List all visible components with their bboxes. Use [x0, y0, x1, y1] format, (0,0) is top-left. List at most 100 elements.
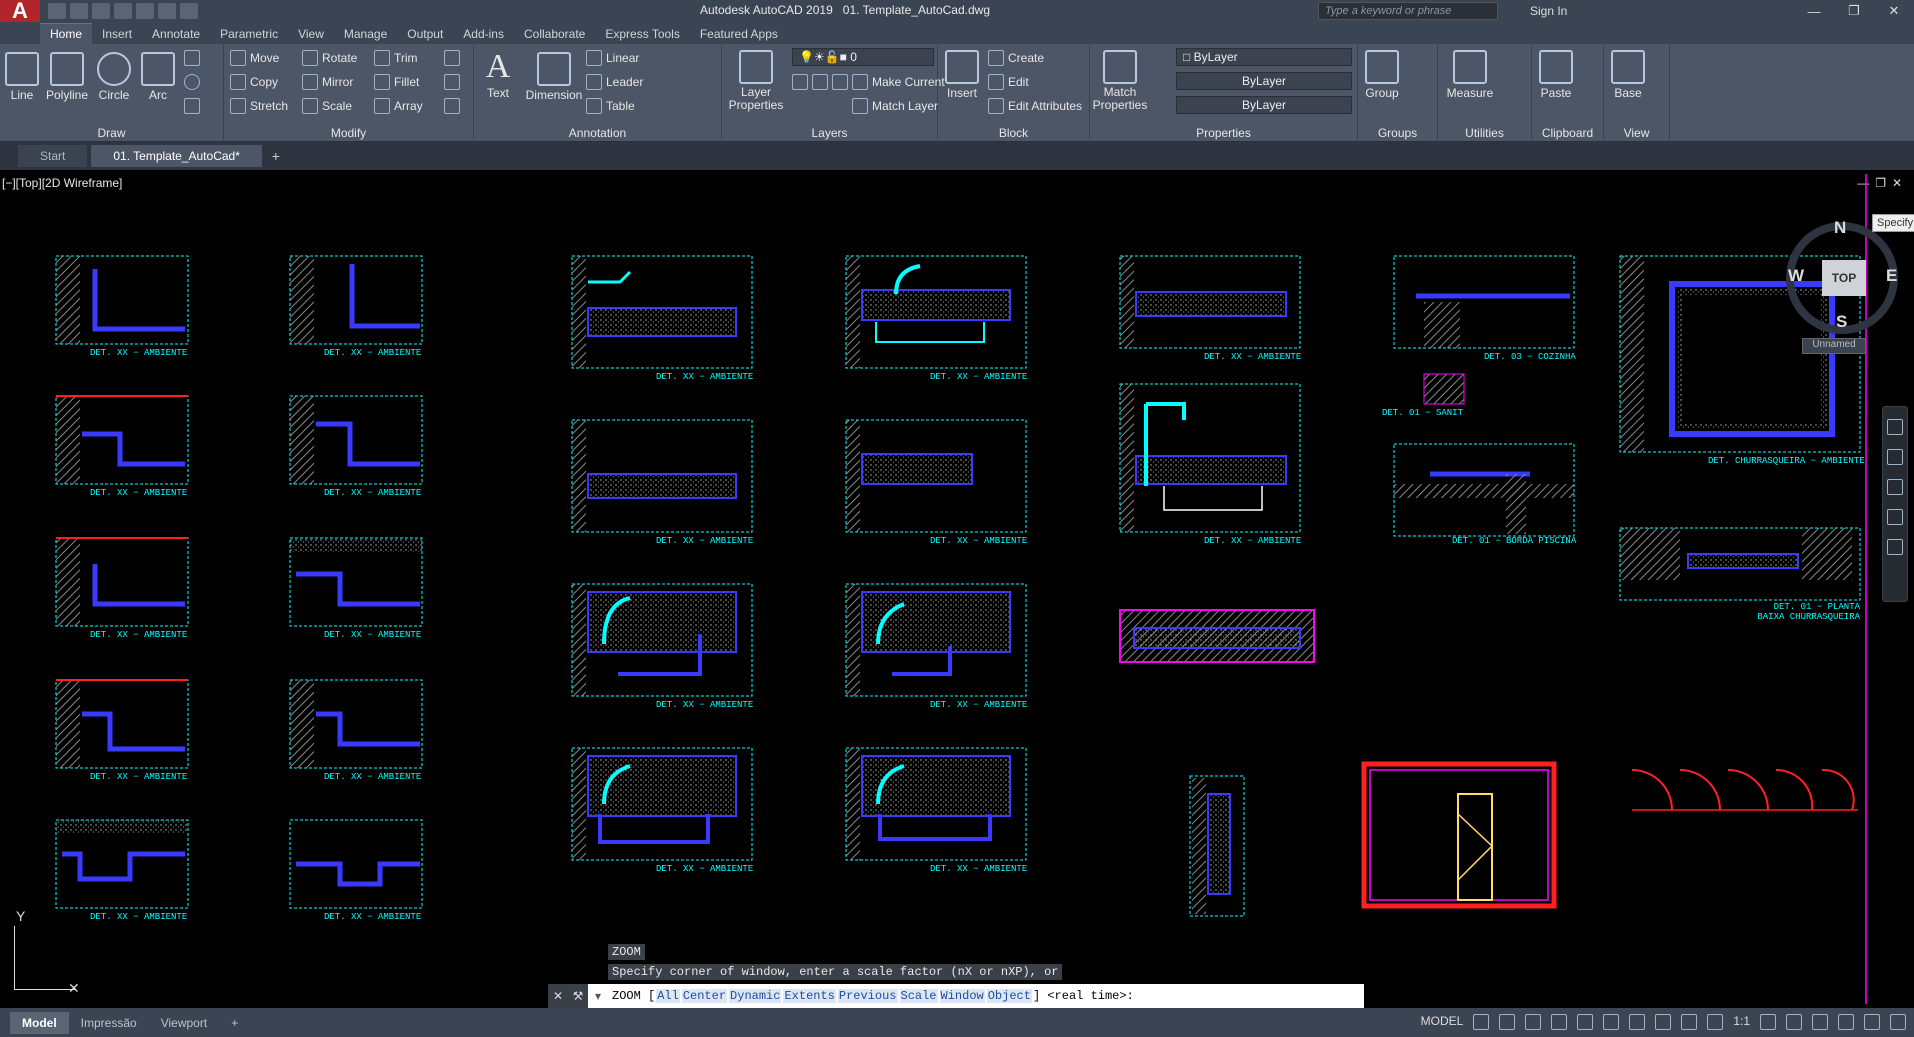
annotation-visibility-icon[interactable]: [1681, 1014, 1698, 1030]
zoom-option-window[interactable]: Window: [939, 989, 985, 1003]
layer-off-icon[interactable]: [792, 74, 808, 90]
viewcube-south[interactable]: S: [1836, 312, 1847, 332]
modify-panel-title[interactable]: Modify: [224, 126, 473, 140]
offset-button[interactable]: [444, 98, 460, 114]
groups-panel-title[interactable]: Groups: [1358, 126, 1437, 140]
autocad-logo-icon[interactable]: A: [0, 0, 40, 23]
zoom-option-extents[interactable]: Extents: [783, 989, 836, 1003]
auto-scale-icon[interactable]: [1707, 1014, 1724, 1030]
new-tab-icon[interactable]: +: [266, 148, 286, 164]
tab-collaborate[interactable]: Collaborate: [514, 24, 595, 44]
close-icon[interactable]: ✕: [1874, 0, 1914, 22]
annotation-scale[interactable]: 1:1: [1733, 1014, 1750, 1030]
selection-cycling-icon[interactable]: [1655, 1014, 1672, 1030]
layer-isolate-icon[interactable]: [812, 74, 828, 90]
undo-icon[interactable]: [158, 3, 176, 19]
dimension-button[interactable]: Dimension: [522, 52, 586, 102]
close-cmd-icon[interactable]: ✕: [548, 984, 568, 1008]
layout-tab-impressao[interactable]: Impressão: [69, 1012, 149, 1034]
utilities-panel-title[interactable]: Utilities: [1438, 126, 1531, 140]
add-layout-icon[interactable]: +: [219, 1012, 250, 1034]
group-button[interactable]: Group: [1362, 50, 1402, 100]
doc-tab-template[interactable]: 01. Template_AutoCad*: [91, 145, 262, 167]
annotation-panel-title[interactable]: Annotation: [474, 126, 721, 140]
trim-button[interactable]: Trim: [374, 50, 418, 66]
erase-button[interactable]: [444, 50, 460, 66]
layout-tab-model[interactable]: Model: [10, 1011, 69, 1034]
minimize-icon[interactable]: —: [1794, 0, 1834, 22]
properties-panel-title[interactable]: Properties: [1090, 126, 1357, 140]
open-file-icon[interactable]: [70, 3, 88, 19]
tab-featured-apps[interactable]: Featured Apps: [690, 24, 788, 44]
fillet-button[interactable]: Fillet: [374, 74, 419, 90]
viewcube-top-face[interactable]: TOP: [1822, 260, 1866, 296]
linear-button[interactable]: Linear: [586, 50, 639, 66]
customization-menu-icon[interactable]: [1890, 1014, 1906, 1030]
line-button[interactable]: Line: [4, 52, 40, 102]
match-properties-button[interactable]: Match Properties: [1092, 50, 1148, 112]
measure-button[interactable]: Measure: [1442, 50, 1498, 100]
tab-insert[interactable]: Insert: [92, 24, 142, 44]
tab-view[interactable]: View: [288, 24, 334, 44]
copy-button[interactable]: Copy: [230, 74, 278, 90]
tab-manage[interactable]: Manage: [334, 24, 397, 44]
restore-icon[interactable]: ❐: [1834, 0, 1874, 22]
showmotion-icon[interactable]: [1887, 539, 1903, 555]
edit-block-button[interactable]: Edit: [988, 74, 1029, 90]
stretch-button[interactable]: Stretch: [230, 98, 288, 114]
explode-button[interactable]: [444, 74, 460, 90]
object-snap-tracking-icon[interactable]: [1603, 1014, 1620, 1030]
clean-screen-icon[interactable]: [1864, 1014, 1880, 1030]
plot-icon[interactable]: [136, 3, 154, 19]
polar-icon[interactable]: [1551, 1014, 1568, 1030]
tab-add-ins[interactable]: Add-ins: [453, 24, 514, 44]
hatch-button[interactable]: [184, 98, 200, 114]
zoom-option-all[interactable]: All: [656, 989, 680, 1003]
mirror-button[interactable]: Mirror: [302, 74, 353, 90]
layer-freeze-icon[interactable]: [832, 74, 848, 90]
leader-button[interactable]: Leader: [586, 74, 643, 90]
model-space-button[interactable]: MODEL: [1421, 1014, 1464, 1030]
search-input[interactable]: Type a keyword or phrase: [1318, 2, 1498, 20]
match-layer-button[interactable]: Match Layer: [852, 98, 938, 114]
sign-in-button[interactable]: Sign In: [1530, 4, 1567, 18]
create-block-button[interactable]: Create: [988, 50, 1044, 66]
viewcube-east[interactable]: E: [1886, 266, 1897, 286]
scale-button[interactable]: Scale: [302, 98, 352, 114]
lineweight-dropdown[interactable]: ByLayer: [1176, 96, 1352, 114]
zoom-option-previous[interactable]: Previous: [837, 989, 898, 1003]
viewcube-west[interactable]: W: [1788, 266, 1804, 286]
object-snap-icon[interactable]: [1629, 1014, 1646, 1030]
block-panel-title[interactable]: Block: [938, 126, 1089, 140]
tab-home[interactable]: Home: [40, 23, 93, 44]
insert-button[interactable]: Insert: [942, 50, 982, 100]
text-button[interactable]: A Text: [480, 48, 516, 100]
layout-tab-viewport[interactable]: Viewport: [149, 1012, 219, 1034]
grid-icon[interactable]: [1473, 1014, 1490, 1030]
redo-icon[interactable]: [180, 3, 198, 19]
steering-wheel-icon[interactable]: [1887, 419, 1903, 435]
linetype-dropdown[interactable]: ByLayer: [1176, 72, 1352, 90]
view-panel-title[interactable]: View: [1604, 126, 1669, 140]
arc-button[interactable]: Arc: [140, 52, 176, 102]
paste-button[interactable]: Paste: [1536, 50, 1576, 100]
make-current-button[interactable]: Make Current: [852, 74, 945, 90]
color-dropdown[interactable]: □ ByLayer: [1176, 48, 1352, 66]
rotate-button[interactable]: Rotate: [302, 50, 357, 66]
snap-icon[interactable]: [1499, 1014, 1516, 1030]
edit-attributes-button[interactable]: Edit Attributes: [988, 98, 1082, 114]
pan-icon[interactable]: [1887, 449, 1903, 465]
tab-annotate[interactable]: Annotate: [142, 24, 210, 44]
zoom-option-center[interactable]: Center: [681, 989, 728, 1003]
plus-icon[interactable]: [1786, 1014, 1802, 1030]
save-icon[interactable]: [92, 3, 110, 19]
viewcube[interactable]: TOP N S E W Unnamed: [1778, 214, 1908, 354]
new-file-icon[interactable]: [48, 3, 66, 19]
array-button[interactable]: Array: [374, 98, 423, 114]
doc-tab-start[interactable]: Start: [18, 145, 88, 167]
polyline-button[interactable]: Polyline: [42, 52, 92, 102]
tab-parametric[interactable]: Parametric: [210, 24, 288, 44]
drawing-canvas[interactable]: [−][Top][2D Wireframe] —❐✕ DET. XX − AMB…: [0, 174, 1914, 1004]
circle-button[interactable]: Circle: [94, 52, 134, 102]
zoom-option-object[interactable]: Object: [986, 989, 1032, 1003]
